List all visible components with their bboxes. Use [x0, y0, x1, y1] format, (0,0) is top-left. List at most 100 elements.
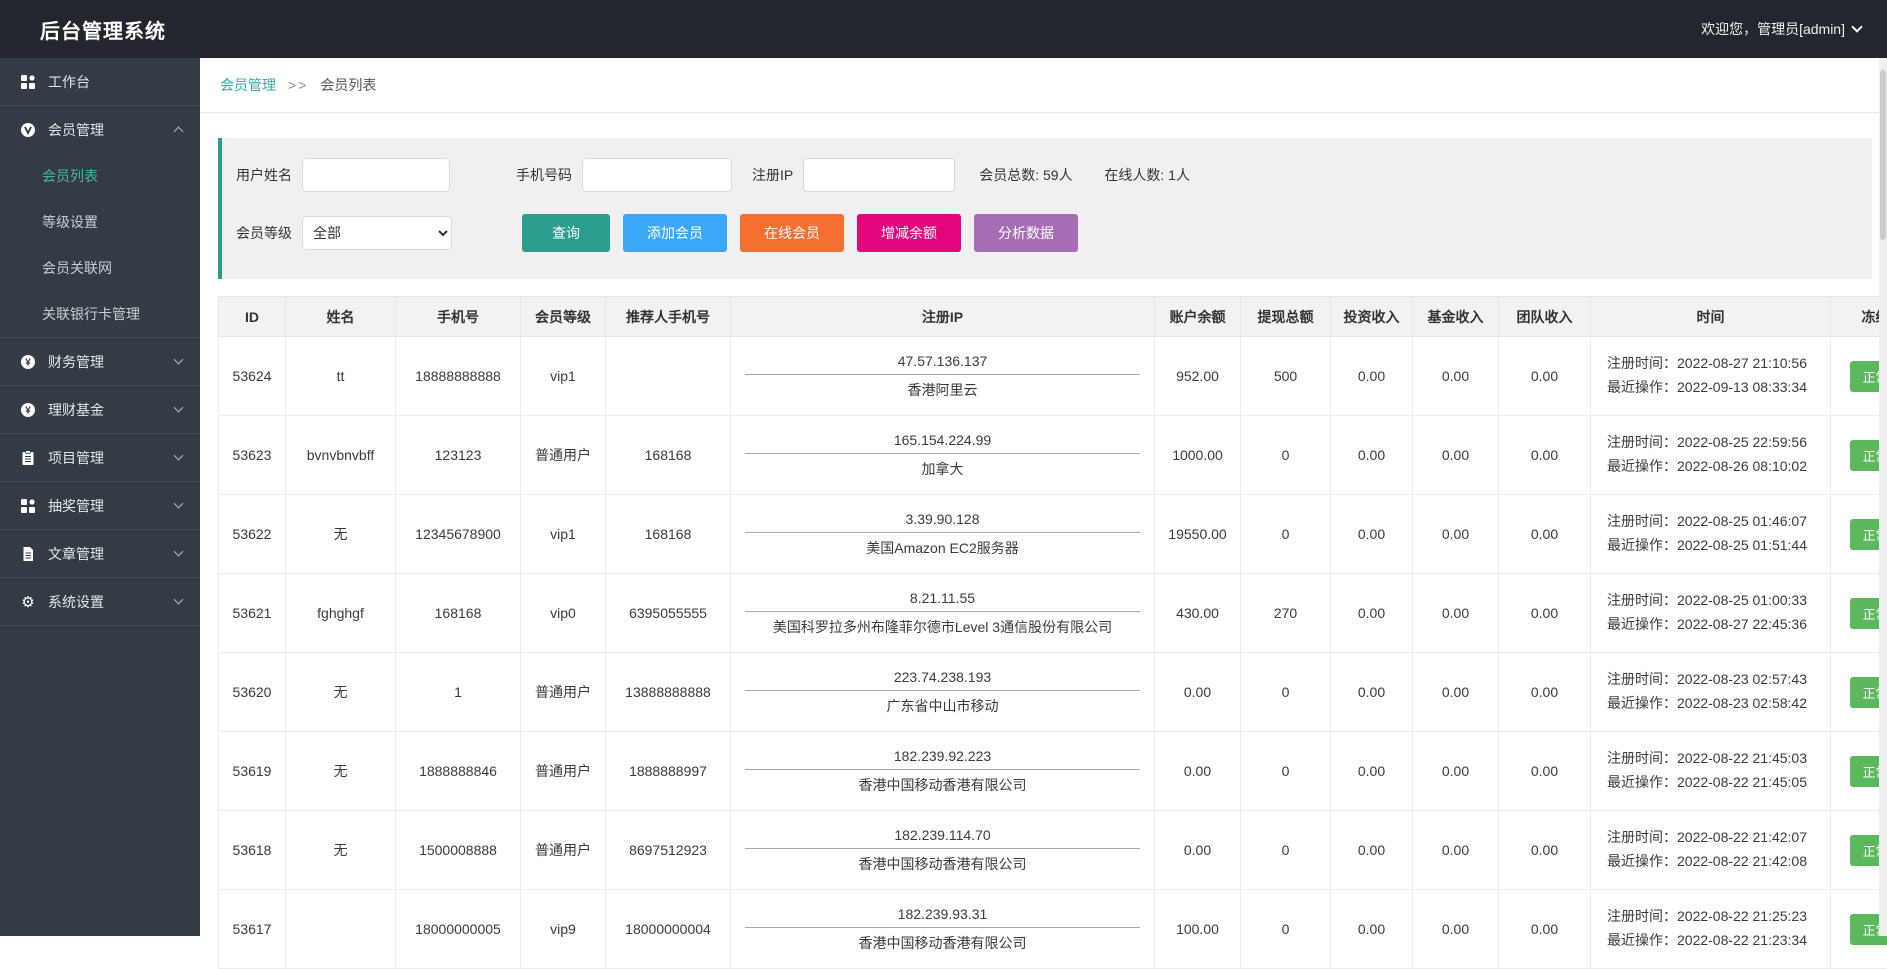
sidebar-item-lottery-management[interactable]: 抽奖管理	[0, 482, 200, 529]
cell-fund: 0.00	[1413, 732, 1499, 811]
cell-fund: 0.00	[1413, 890, 1499, 969]
cell-id: 53617	[219, 890, 286, 969]
cell-id: 53623	[219, 416, 286, 495]
table-row: 53621fghghgf168168vip063950555558.21.11.…	[219, 574, 1887, 653]
username-label: 用户姓名	[236, 165, 292, 185]
column-header-name: 姓名	[286, 297, 396, 337]
table-row: 53622无12345678900vip11681683.39.90.128美国…	[219, 495, 1887, 574]
chevron-down-icon	[174, 355, 184, 365]
chevron-down-icon	[174, 595, 184, 605]
member-total-value: 59人	[1043, 167, 1073, 183]
cell-referrer	[606, 337, 731, 416]
cell-team: 0.00	[1499, 653, 1591, 732]
sidebar-subitem-member-network[interactable]: 会员关联网	[0, 245, 200, 291]
last-operation-time: 最近操作：2022-08-22 21:23:34	[1607, 929, 1830, 953]
cell-time: 注册时间：2022-08-23 02:57:43最近操作：2022-08-23 …	[1591, 653, 1831, 732]
grid-icon	[20, 498, 36, 514]
table-row: 53624tt18888888888vip147.57.136.137香港阿里云…	[219, 337, 1887, 416]
cell-name: 无	[286, 495, 396, 574]
member-level-label: 会员等级	[236, 223, 292, 243]
cell-phone: 1	[396, 653, 521, 732]
register-time: 注册时间：2022-08-25 22:59:56	[1607, 431, 1830, 455]
cell-name: bvnvbnvbff	[286, 416, 396, 495]
breadcrumb-section-link[interactable]: 会员管理	[220, 75, 276, 95]
sidebar-item-article-management[interactable]: 文章管理	[0, 530, 200, 577]
cell-phone: 18000000005	[396, 890, 521, 969]
column-header-team: 团队收入	[1499, 297, 1591, 337]
ip-location: 香港中国移动香港有限公司	[731, 928, 1154, 953]
last-operation-time: 最近操作：2022-08-22 21:45:05	[1607, 771, 1830, 795]
cell-team: 0.00	[1499, 337, 1591, 416]
sidebar-item-label: 系统设置	[48, 592, 175, 612]
cell-withdraw: 500	[1241, 337, 1331, 416]
user-menu[interactable]: 欢迎您，管理员[admin]	[1701, 19, 1887, 39]
filter-panel: 用户姓名 手机号码 注册IP 会员总数: 59人 在线人数: 1人 会员等级 全…	[218, 138, 1872, 279]
sidebar-item-label: 理财基金	[48, 400, 175, 420]
gear-icon: ⚙	[20, 594, 36, 610]
register-time: 注册时间：2022-08-25 01:46:07	[1607, 510, 1830, 534]
member-stats: 会员总数: 59人 在线人数: 1人	[979, 165, 1190, 185]
cell-balance: 19550.00	[1155, 495, 1241, 574]
cell-team: 0.00	[1499, 574, 1591, 653]
member-v-icon	[20, 122, 36, 138]
cell-level: 普通用户	[521, 811, 606, 890]
username-input[interactable]	[302, 158, 450, 192]
vertical-scrollbar	[1879, 58, 1887, 936]
cell-id: 53622	[219, 495, 286, 574]
sidebar-item-workbench[interactable]: 工作台	[0, 58, 200, 105]
ip-address: 182.239.93.31	[731, 906, 1154, 927]
sidebar-item-wealth-fund[interactable]: ¥ 理财基金	[0, 386, 200, 433]
column-header-invest: 投资收入	[1331, 297, 1413, 337]
sidebar-item-project-management[interactable]: 项目管理	[0, 434, 200, 481]
register-ip-label: 注册IP	[752, 165, 793, 185]
sidebar-item-system-settings[interactable]: ⚙ 系统设置	[0, 578, 200, 625]
register-ip-input[interactable]	[803, 158, 955, 192]
ip-location: 美国Amazon EC2服务器	[731, 533, 1154, 558]
cell-phone: 1888888846	[396, 732, 521, 811]
cell-invest: 0.00	[1331, 416, 1413, 495]
sidebar-item-finance-management[interactable]: ¥ 财务管理	[0, 338, 200, 385]
breadcrumb: 会员管理 >> 会员列表	[200, 58, 1887, 113]
cell-phone: 168168	[396, 574, 521, 653]
query-button[interactable]: 查询	[522, 214, 610, 252]
top-bar: 后台管理系统 欢迎您，管理员[admin]	[0, 0, 1887, 58]
sidebar-subitem-member-list[interactable]: 会员列表	[0, 153, 200, 199]
cell-id: 53620	[219, 653, 286, 732]
adjust-balance-button[interactable]: 增减余额	[857, 214, 961, 252]
cell-phone: 18888888888	[396, 337, 521, 416]
scrollbar-thumb[interactable]	[1880, 70, 1886, 240]
column-header-ip: 注册IP	[731, 297, 1155, 337]
svg-text:¥: ¥	[25, 357, 31, 368]
cell-id: 53619	[219, 732, 286, 811]
online-members-button[interactable]: 在线会员	[740, 214, 844, 252]
cell-ip: 165.154.224.99加拿大	[731, 416, 1155, 495]
phone-input[interactable]	[582, 158, 732, 192]
cell-ip: 223.74.238.193广东省中山市移动	[731, 653, 1155, 732]
online-count-value: 1人	[1168, 167, 1190, 183]
sidebar-subitem-level-settings[interactable]: 等级设置	[0, 199, 200, 245]
cell-team: 0.00	[1499, 495, 1591, 574]
last-operation-time: 最近操作：2022-08-26 08:10:02	[1607, 455, 1830, 479]
yen-circle-icon: ¥	[20, 354, 36, 370]
sidebar-item-label: 财务管理	[48, 352, 175, 372]
sidebar-subitem-label: 会员关联网	[42, 258, 112, 278]
cell-withdraw: 0	[1241, 732, 1331, 811]
last-operation-time: 最近操作：2022-09-13 08:33:34	[1607, 376, 1830, 400]
analyze-data-button[interactable]: 分析数据	[974, 214, 1078, 252]
cell-time: 注册时间：2022-08-22 21:45:03最近操作：2022-08-22 …	[1591, 732, 1831, 811]
cell-referrer: 6395055555	[606, 574, 731, 653]
column-header-time: 时间	[1591, 297, 1831, 337]
cell-id: 53624	[219, 337, 286, 416]
cell-referrer: 1888888997	[606, 732, 731, 811]
member-level-select[interactable]: 全部	[302, 216, 452, 250]
cell-team: 0.00	[1499, 732, 1591, 811]
sidebar-item-label: 会员管理	[48, 120, 175, 140]
sidebar-item-member-management[interactable]: 会员管理	[0, 106, 200, 153]
cell-level: vip9	[521, 890, 606, 969]
add-member-button[interactable]: 添加会员	[623, 214, 727, 252]
register-time: 注册时间：2022-08-22 21:42:07	[1607, 826, 1830, 850]
clipboard-icon	[20, 450, 36, 466]
sidebar-subitem-bank-card-management[interactable]: 关联银行卡管理	[0, 291, 200, 337]
cell-ip: 3.39.90.128美国Amazon EC2服务器	[731, 495, 1155, 574]
sidebar-item-label: 工作台	[48, 72, 182, 92]
